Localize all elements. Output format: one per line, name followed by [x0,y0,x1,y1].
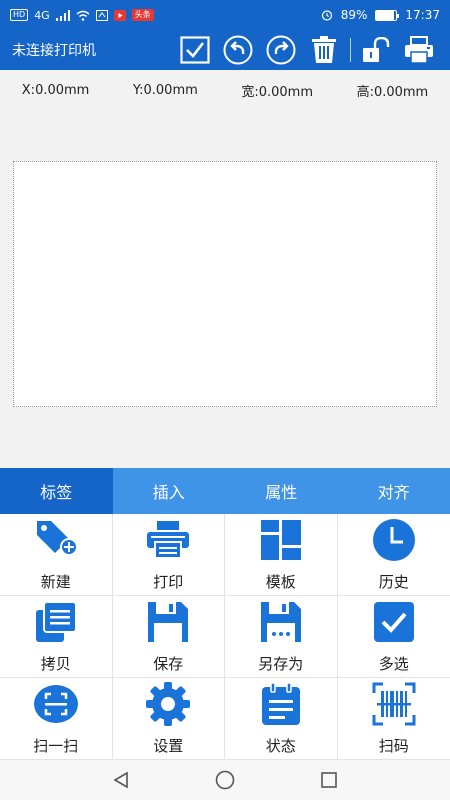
redo-button[interactable] [263,32,299,68]
save-button[interactable]: 保存 [112,596,225,678]
status-button[interactable]: 状态 [225,678,338,760]
label-canvas[interactable] [13,161,437,407]
recents-button[interactable] [317,768,341,792]
clipboard-icon [261,682,300,725]
width-value: 宽:0.00mm [241,84,313,100]
bottom-tabs: 标签 插入 属性 对齐 [0,468,450,514]
save-icon [148,602,189,642]
multi-select-button[interactable]: 多选 [337,596,450,678]
tag-plus-icon [36,521,78,556]
scan-icon [33,685,78,723]
home-circle-icon [215,770,235,790]
save-as-label: 另存为 [258,655,304,673]
tab-properties[interactable]: 属性 [225,468,338,514]
print-button[interactable] [401,32,437,68]
save-label: 保存 [153,655,184,673]
status-left: HD 4G 头条 [10,9,154,22]
undo-button[interactable] [220,32,256,68]
save-as-button[interactable]: 另存为 [225,596,338,678]
multi-select-label: 多选 [378,655,409,673]
alarm-icon [321,10,332,21]
toolbar-divider [350,38,351,62]
gear-icon [146,682,191,726]
back-triangle-icon [113,771,128,789]
printer-icon [405,36,433,64]
copy-label: 拷贝 [40,655,71,673]
history-label: 历史 [378,573,409,591]
network-label: 4G [34,8,50,22]
template-button[interactable]: 模板 [225,514,338,596]
scan-label: 扫一扫 [33,737,79,755]
home-button[interactable] [213,768,237,792]
printer-status-title: 未连接打印机 [12,43,96,59]
wifi-icon [76,10,90,21]
app-toolbar: 未连接打印机 [0,30,450,70]
status-right: 89% 17:37 [321,8,440,22]
data-transfer-icon [95,9,108,21]
battery-percent: 89% [340,8,368,22]
status-bar: HD 4G 头条 89% 17:37 [0,0,450,30]
barcode-scan-icon [372,682,416,726]
clock-icon [372,519,415,561]
new-label: 新建 [40,573,71,591]
new-button[interactable]: 新建 [0,514,113,596]
redo-icon [266,35,296,65]
function-grid: 新建 打印 模板 历史 拷贝 保存 另存为 多选 扫一扫 设置 状态 扫码 [0,514,450,760]
tab-label[interactable]: 标签 [0,468,113,514]
settings-label: 设置 [153,737,184,755]
unlock-icon [363,37,390,62]
barcode-scan-label: 扫码 [378,737,409,755]
settings-button[interactable]: 设置 [112,678,225,760]
template-icon [260,520,301,560]
recents-square-icon [321,772,337,788]
battery-icon [375,9,400,21]
signal-icon [55,9,70,21]
x-coordinate: X:0.00mm [21,82,90,98]
barcode-scan-button[interactable]: 扫码 [337,678,450,760]
coordinates-bar: X:0.00mm Y:0.00mm 宽:0.00mm 高:0.00mm [0,70,450,110]
hd-badge: HD [10,9,29,21]
trash-icon [312,36,336,63]
template-label: 模板 [265,573,296,591]
printer-icon [147,521,190,559]
history-button[interactable]: 历史 [337,514,450,596]
save-as-icon [260,602,301,642]
copy-icon [35,601,77,642]
back-button[interactable] [109,768,133,792]
clock-time: 17:37 [405,8,440,22]
undo-icon [223,35,253,65]
confirm-button[interactable] [177,32,213,68]
copy-button[interactable]: 拷贝 [0,596,113,678]
delete-button[interactable] [306,32,342,68]
height-value: 高:0.00mm [356,84,429,100]
status-label: 状态 [265,737,296,755]
print-grid-button[interactable]: 打印 [112,514,225,596]
video-app-icon [113,9,126,21]
checkbox-icon [373,602,414,642]
tab-align[interactable]: 对齐 [338,468,450,514]
lock-button[interactable] [358,32,394,68]
check-square-icon [180,36,210,64]
news-app-badge: 头条 [131,9,154,21]
system-nav-bar [0,760,450,800]
print-label: 打印 [153,573,184,591]
tab-insert[interactable]: 插入 [113,468,226,514]
battery-level [376,10,395,20]
scan-button[interactable]: 扫一扫 [0,678,113,760]
y-coordinate: Y:0.00mm [132,82,198,98]
